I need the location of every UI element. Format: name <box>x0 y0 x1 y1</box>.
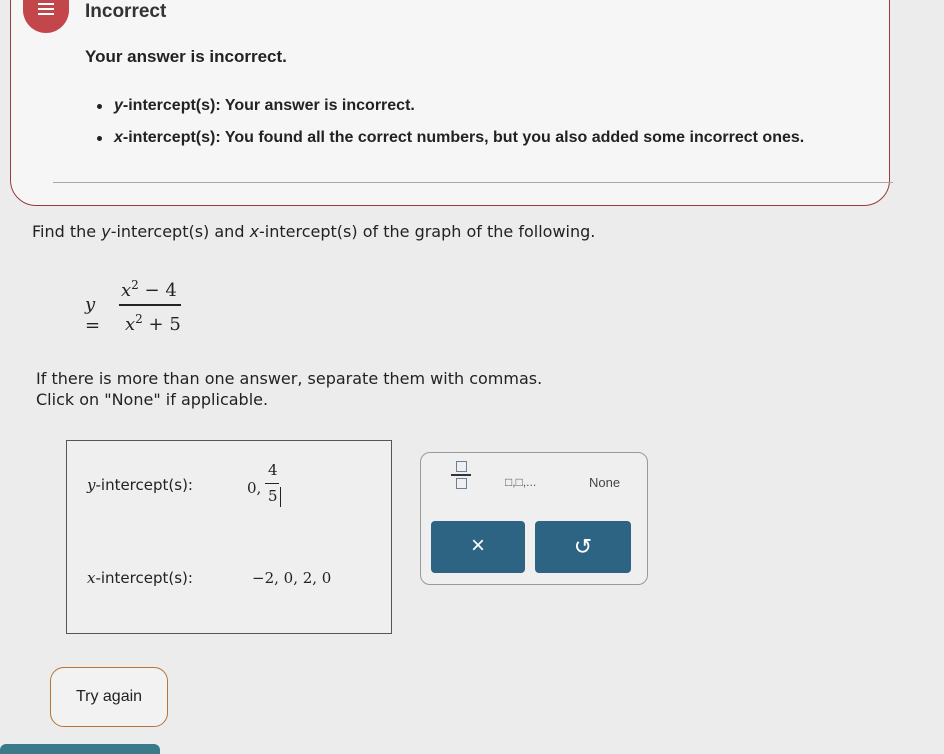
try-again-button[interactable]: Try again <box>50 667 168 727</box>
feedback-panel: Incorrect Your answer is incorrect. y-in… <box>10 0 893 206</box>
feedback-item-x-intercept: x-intercept(s): You found all the correc… <box>96 129 805 146</box>
instructions: If there is more than one answer, separa… <box>36 369 543 409</box>
bottom-button-edge[interactable] <box>0 744 160 754</box>
undo-button[interactable]: ↺ <box>535 521 631 573</box>
feedback-summary: Your answer is incorrect. <box>85 47 287 66</box>
y-intercept-label: y-intercept(s): <box>87 476 193 494</box>
equation-lhs: y = <box>85 294 101 336</box>
feedback-list: y-intercept(s): Your answer is incorrect… <box>96 97 805 161</box>
none-button[interactable]: None <box>589 475 620 490</box>
fraction-tool-button[interactable] <box>451 461 471 489</box>
equation-denominator: x2 + 5 <box>125 312 181 335</box>
question-text: Find the y-intercept(s) and x-intercept(… <box>32 222 596 241</box>
divider <box>53 182 893 183</box>
equation-numerator: x2 − 4 <box>121 278 177 301</box>
x-intercept-label: x-intercept(s): <box>87 569 193 587</box>
feedback-item-y-intercept: y-intercept(s): Your answer is incorrect… <box>96 97 804 115</box>
answer-box: y-intercept(s): 0, 4 5 x-intercept(s): −… <box>66 440 392 634</box>
feedback-list-icon <box>23 0 69 33</box>
clear-button[interactable]: × <box>431 521 525 573</box>
fraction-bar <box>119 304 181 306</box>
list-tool-button[interactable]: □,□,... <box>505 475 536 489</box>
text-cursor <box>280 487 281 507</box>
x-intercept-input[interactable]: −2, 0, 2, 0 <box>252 569 331 587</box>
feedback-title: Incorrect <box>85 1 167 22</box>
math-toolbar: □,□,... None × ↺ <box>420 452 648 585</box>
